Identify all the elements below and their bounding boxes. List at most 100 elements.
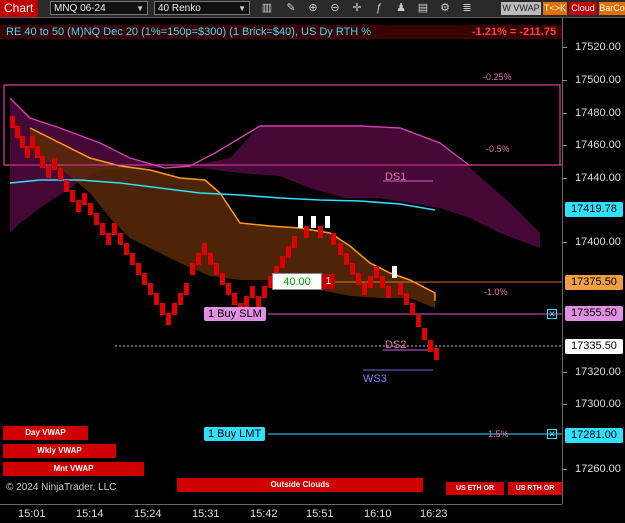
buy-lmt-order[interactable]: 1 Buy LMT bbox=[204, 427, 266, 441]
draw-tools-icon[interactable]: ✎ bbox=[282, 0, 300, 17]
pct-15-label: 1.5% bbox=[488, 429, 509, 439]
renko-brick-down bbox=[304, 226, 309, 238]
renko-brick-down bbox=[52, 158, 57, 170]
tick-mark bbox=[562, 404, 567, 405]
renko-brick-down bbox=[35, 146, 40, 158]
renko-brick-down bbox=[318, 226, 323, 238]
order-qty-box[interactable]: 40.00 bbox=[272, 273, 322, 290]
renko-brick-down bbox=[166, 313, 171, 325]
renko-brick-down bbox=[118, 233, 123, 245]
renko-brick-down bbox=[160, 303, 165, 315]
strategies-icon[interactable]: ♟ bbox=[392, 0, 410, 17]
w-vwap-button[interactable]: W VWAP bbox=[501, 2, 541, 15]
y-tick: 17260.00 bbox=[575, 463, 621, 475]
renko-brick-down bbox=[214, 263, 219, 275]
crosshair-icon[interactable]: ✛ bbox=[348, 0, 366, 17]
y-tick: 17520.00 bbox=[575, 41, 621, 53]
ws3-label: WS3 bbox=[363, 373, 387, 385]
renko-brick-down bbox=[70, 190, 75, 202]
renko-brick-down bbox=[208, 253, 213, 265]
orange-line-price-label: 17375.50 bbox=[565, 275, 623, 290]
ds1-label: DS1 bbox=[385, 171, 406, 183]
renko-brick-down bbox=[434, 348, 439, 360]
renko-brick-down bbox=[82, 193, 87, 205]
order-count-badge[interactable]: 1 bbox=[322, 274, 335, 289]
x-tick: 15:31 bbox=[192, 508, 220, 520]
us-eth-or-button[interactable]: US ETH OR bbox=[446, 482, 504, 495]
renko-brick-down bbox=[15, 126, 20, 138]
renko-brick-down bbox=[58, 168, 63, 180]
renko-brick-down bbox=[280, 256, 285, 268]
renko-brick-down bbox=[20, 136, 25, 148]
buy-slm-price-label: 17355.50 bbox=[565, 306, 623, 321]
y-tick: 17460.00 bbox=[575, 139, 621, 151]
barco-button[interactable]: BarCo bbox=[599, 2, 625, 15]
renko-brick-down bbox=[220, 273, 225, 285]
chevron-down-icon: ▼ bbox=[136, 4, 144, 13]
tick-mark bbox=[562, 469, 567, 470]
outside-clouds-button[interactable]: Outside Clouds bbox=[177, 478, 423, 492]
renko-brick-down bbox=[100, 223, 105, 235]
chart-toolbar: Chart MNQ 06-24 ▼ 40 Renko ▼ ▥ ✎ ⊕ ⊖ ✛ ƒ… bbox=[0, 0, 625, 18]
instrument-selector[interactable]: MNQ 06-24 ▼ bbox=[50, 1, 148, 15]
renko-brick-down bbox=[124, 243, 129, 255]
last-price-label: 17335.50 bbox=[565, 339, 623, 354]
renko-brick-down bbox=[262, 286, 267, 298]
x-tick: 15:01 bbox=[18, 508, 46, 520]
us-rth-or-button[interactable]: US RTH OR bbox=[508, 482, 562, 495]
zoom-in-icon[interactable]: ⊕ bbox=[304, 0, 322, 17]
zoom-out-icon[interactable]: ⊖ bbox=[326, 0, 344, 17]
cloud-button[interactable]: Cloud bbox=[569, 2, 597, 15]
x-tick: 15:14 bbox=[76, 508, 104, 520]
mnt-vwap-button[interactable]: Mnt VWAP bbox=[3, 462, 144, 476]
order-qty-value: 40.00 bbox=[283, 276, 311, 288]
renko-brick-down bbox=[136, 263, 141, 275]
renko-brick-down bbox=[190, 263, 195, 275]
renko-brick-down bbox=[40, 156, 45, 168]
properties-icon[interactable]: ⚙ bbox=[436, 0, 454, 17]
cancel-lmt-icon[interactable]: ✕ bbox=[547, 429, 557, 439]
renko-brick-down bbox=[130, 253, 135, 265]
renko-brick-down bbox=[172, 303, 177, 315]
buy-slm-order[interactable]: 1 Buy SLM bbox=[204, 307, 266, 321]
renko-brick-down bbox=[178, 293, 183, 305]
bar-type-selector[interactable]: 40 Renko ▼ bbox=[154, 1, 250, 15]
renko-brick-down bbox=[416, 315, 421, 327]
cyan-line-price-label: 17419.78 bbox=[565, 202, 623, 217]
x-tick: 15:24 bbox=[134, 508, 162, 520]
cancel-slm-icon[interactable]: ✕ bbox=[547, 309, 557, 319]
bar-style-icon[interactable]: ▥ bbox=[258, 0, 276, 17]
y-tick: 17440.00 bbox=[575, 172, 621, 184]
renko-brick-up bbox=[298, 216, 303, 228]
x-tick: 15:51 bbox=[306, 508, 334, 520]
renko-brick-down bbox=[386, 286, 391, 298]
renko-brick-down bbox=[331, 233, 336, 245]
renko-brick-up bbox=[311, 216, 316, 228]
copyright-text: © 2024 NinjaTrader, LLC bbox=[6, 482, 117, 493]
layers-icon[interactable]: ≣ bbox=[458, 0, 476, 17]
templates-icon[interactable]: ▤ bbox=[414, 0, 432, 17]
day-vwap-button[interactable]: Day VWAP bbox=[3, 426, 88, 440]
y-tick: 17400.00 bbox=[575, 236, 621, 248]
tick-mark bbox=[562, 242, 567, 243]
renko-brick-down bbox=[112, 223, 117, 235]
chevron-down-icon: ▼ bbox=[238, 4, 246, 13]
wkly-vwap-button[interactable]: Wkly VWAP bbox=[3, 444, 116, 458]
renko-brick-down bbox=[404, 293, 409, 305]
pct-minus10-label: -1.0% bbox=[484, 287, 508, 297]
renko-brick-down bbox=[25, 146, 30, 158]
tick-mark bbox=[562, 178, 567, 179]
indicators-icon[interactable]: ƒ bbox=[370, 0, 388, 17]
renko-brick-down bbox=[428, 340, 433, 352]
x-tick: 16:10 bbox=[364, 508, 392, 520]
tk-button[interactable]: T<>K bbox=[543, 2, 567, 15]
y-tick: 17480.00 bbox=[575, 107, 621, 119]
renko-brick-up bbox=[392, 266, 397, 278]
chart-menu-button[interactable]: Chart bbox=[0, 0, 38, 17]
renko-brick-down bbox=[356, 273, 361, 285]
renko-brick-down bbox=[338, 243, 343, 255]
tick-mark bbox=[562, 372, 567, 373]
renko-brick-down bbox=[380, 276, 385, 288]
renko-brick-down bbox=[142, 273, 147, 285]
bar-type-value: 40 Renko bbox=[158, 3, 201, 14]
